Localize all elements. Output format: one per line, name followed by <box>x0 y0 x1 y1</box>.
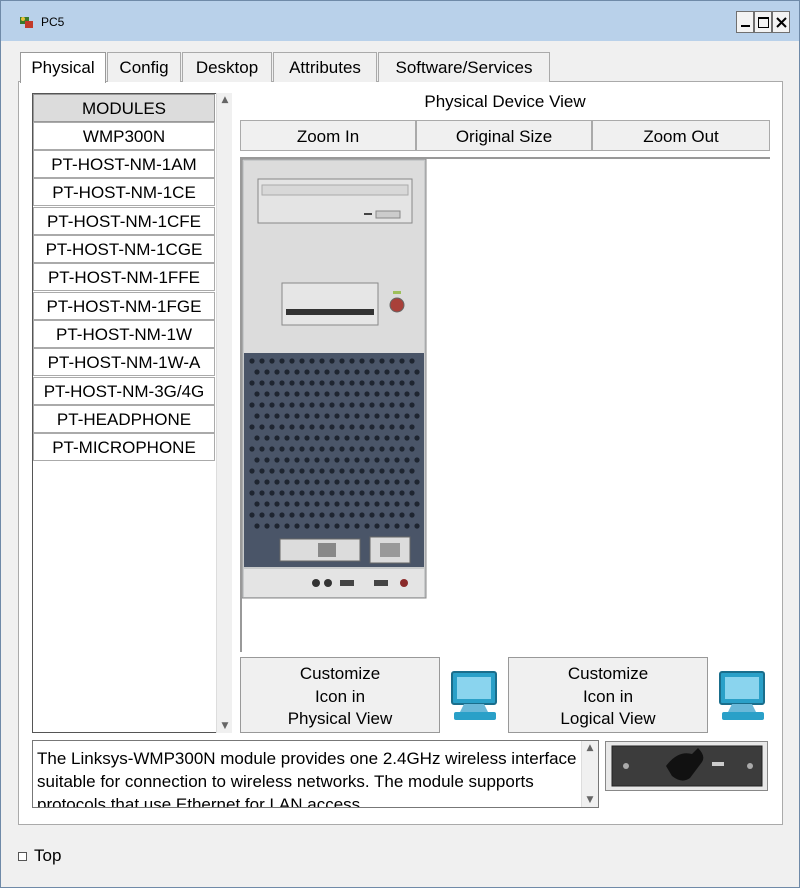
tab-config[interactable]: Config <box>107 52 181 82</box>
modules-header: MODULES <box>33 94 215 122</box>
tab-software-services[interactable]: Software/Services <box>378 52 550 82</box>
module-item-pt-host-nm-3g-4g[interactable]: PT-HOST-NM-3G/4G <box>33 377 215 405</box>
module-preview-image <box>605 741 768 791</box>
module-item-pt-host-nm-1cge[interactable]: PT-HOST-NM-1CGE <box>33 235 215 263</box>
customize-physical-line2: Icon in <box>314 686 366 706</box>
maximize-button[interactable] <box>754 11 772 33</box>
scroll-up-icon[interactable]: ▲ <box>582 741 598 755</box>
minimize-button[interactable] <box>736 11 754 33</box>
wireless-module-image <box>611 745 763 787</box>
close-icon <box>776 17 787 28</box>
customize-physical-line1: Customize <box>299 664 381 683</box>
scroll-up-icon[interactable]: ▲ <box>217 93 233 107</box>
pc-logical-icon[interactable] <box>712 668 772 724</box>
module-item-pt-headphone[interactable]: PT-HEADPHONE <box>33 405 215 433</box>
module-item-pt-host-nm-1am[interactable]: PT-HOST-NM-1AM <box>33 150 215 178</box>
tab-desktop[interactable]: Desktop <box>182 52 272 82</box>
module-item-pt-host-nm-1w-a[interactable]: PT-HOST-NM-1W-A <box>33 348 215 376</box>
pc-tower-image[interactable] <box>242 159 428 600</box>
module-item-pt-host-nm-1cfe[interactable]: PT-HOST-NM-1CFE <box>33 207 215 235</box>
customize-logical-line1: Customize <box>567 664 649 683</box>
window-title: PC5 <box>41 15 65 29</box>
title-bar[interactable]: PC5 <box>1 1 799 41</box>
customize-physical-line3: Physical View <box>287 709 393 728</box>
tab-attributes[interactable]: Attributes <box>273 52 377 82</box>
module-description-text: The Linksys-WMP300N module provides one … <box>37 749 577 808</box>
tab-physical[interactable]: Physical <box>20 52 106 83</box>
customize-logical-line3: Logical View <box>560 709 656 728</box>
zoom-out-button[interactable]: Zoom Out <box>592 120 770 151</box>
module-description-box[interactable]: The Linksys-WMP300N module provides one … <box>32 740 599 808</box>
app-icon <box>20 17 33 28</box>
device-view-canvas[interactable] <box>240 157 770 652</box>
module-item-wmp300n[interactable]: WMP300N <box>33 122 215 150</box>
module-item-pt-host-nm-1ffe[interactable]: PT-HOST-NM-1FFE <box>33 263 215 291</box>
scroll-down-icon[interactable]: ▼ <box>582 793 598 807</box>
maximize-icon <box>758 17 769 28</box>
description-scrollbar[interactable]: ▲ ▼ <box>581 741 598 807</box>
customize-physical-view-button[interactable]: Customize Icon in Physical View <box>240 657 440 733</box>
module-item-pt-host-nm-1fge[interactable]: PT-HOST-NM-1FGE <box>33 292 215 320</box>
module-item-pt-microphone[interactable]: PT-MICROPHONE <box>33 433 215 461</box>
top-label: Top <box>34 846 62 865</box>
physical-device-view-title: Physical Device View <box>424 92 586 111</box>
customize-logical-line2: Icon in <box>582 686 634 706</box>
scroll-down-icon[interactable]: ▼ <box>217 719 233 733</box>
minimize-icon <box>741 25 750 27</box>
zoom-in-button[interactable]: Zoom In <box>240 120 416 151</box>
module-item-pt-host-nm-1ce[interactable]: PT-HOST-NM-1CE <box>33 178 215 206</box>
modules-scrollbar[interactable]: ▲ ▼ <box>216 93 232 733</box>
pc-physical-icon[interactable] <box>444 668 504 724</box>
original-size-button[interactable]: Original Size <box>416 120 592 151</box>
customize-logical-view-button[interactable]: Customize Icon in Logical View <box>508 657 708 733</box>
close-button[interactable] <box>772 11 790 33</box>
module-item-pt-host-nm-1w[interactable]: PT-HOST-NM-1W <box>33 320 215 348</box>
checkbox-icon[interactable] <box>18 852 27 861</box>
